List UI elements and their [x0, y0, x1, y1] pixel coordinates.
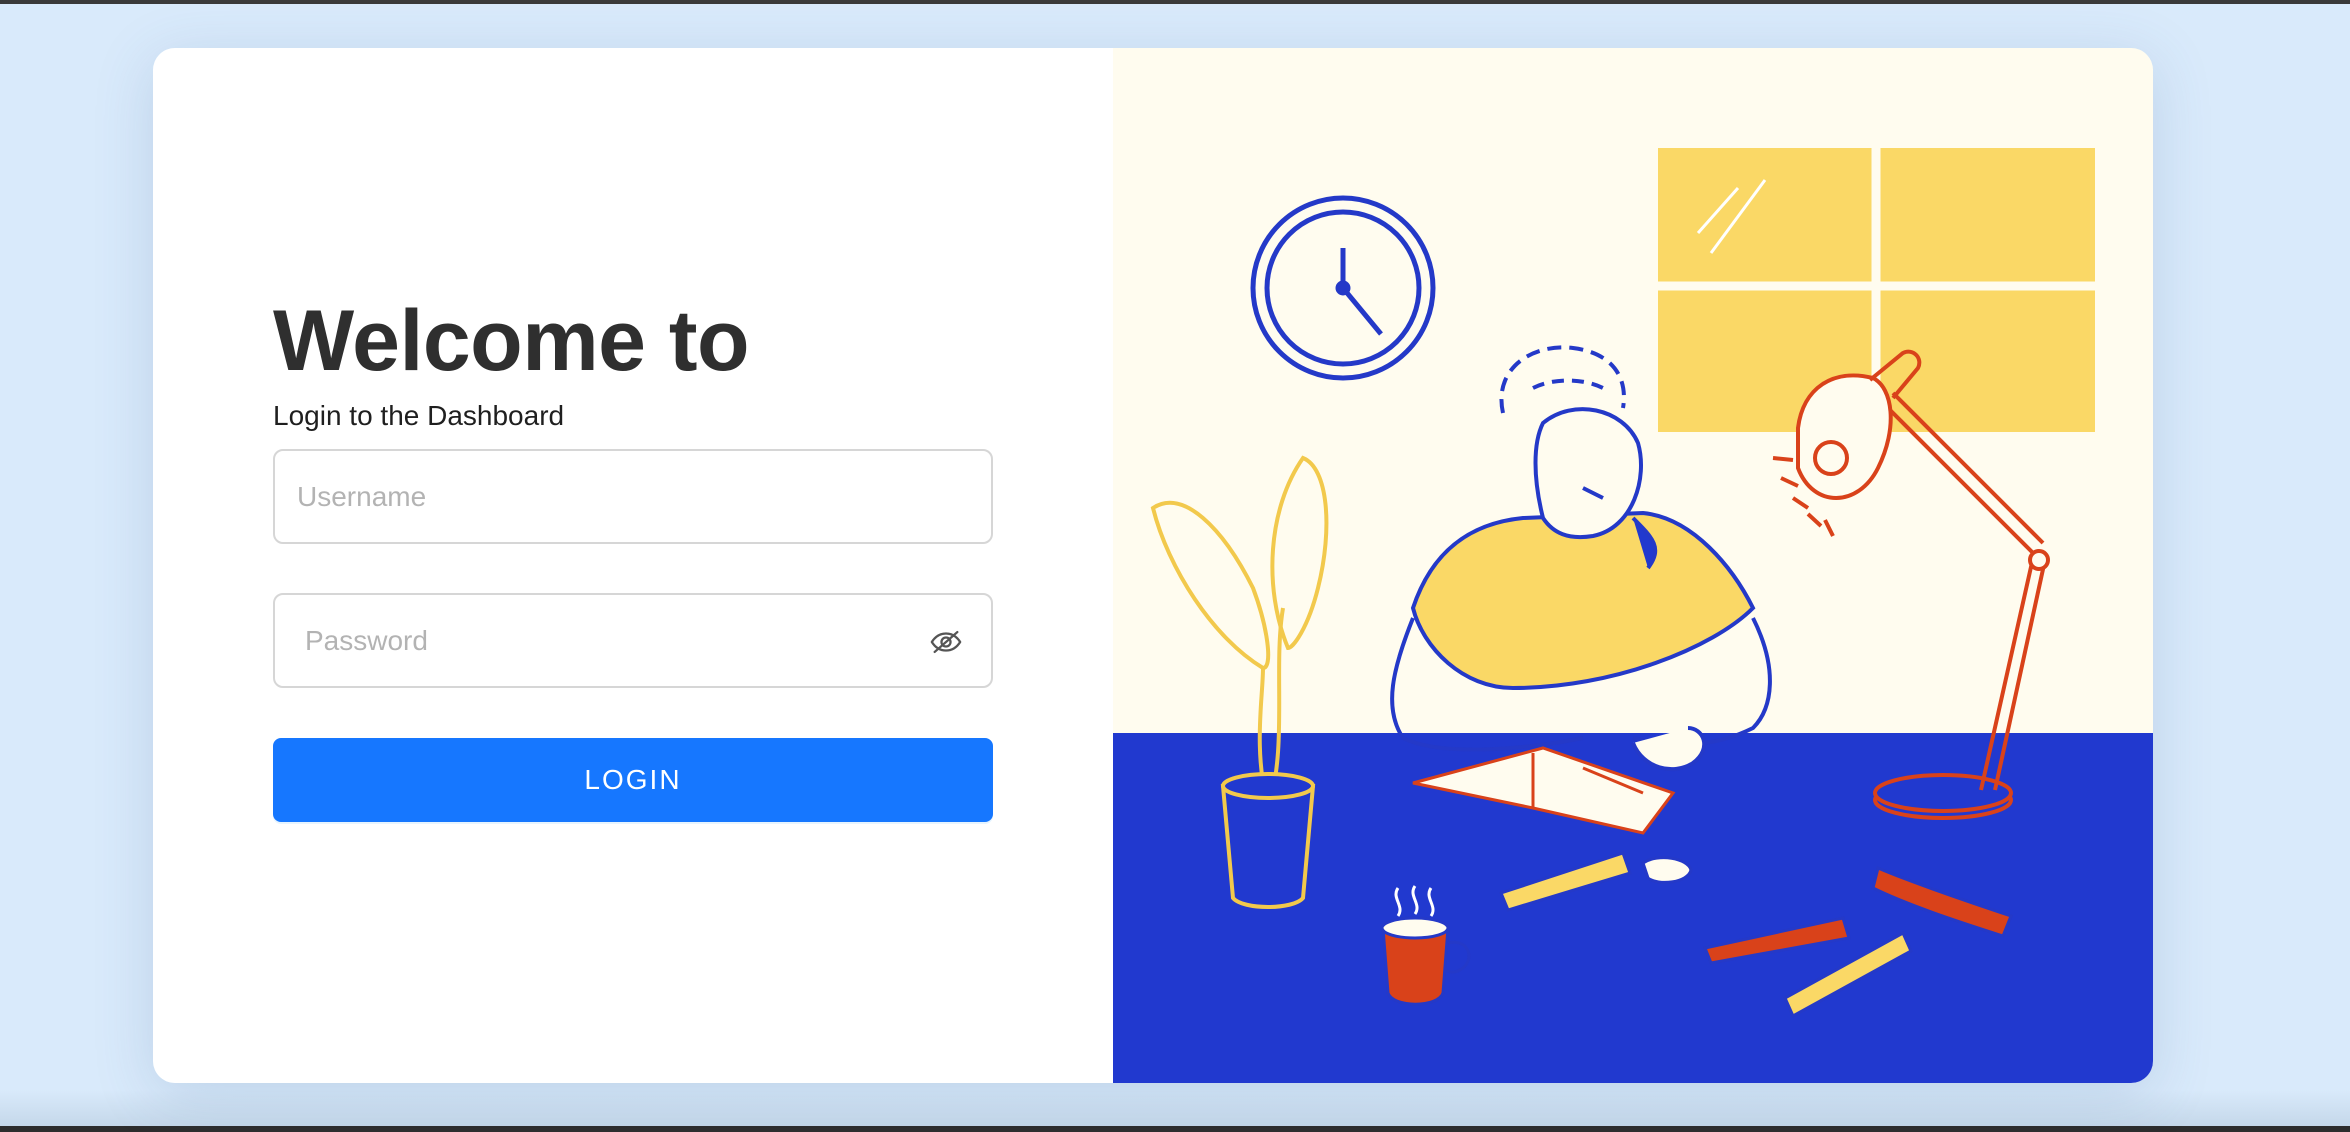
- window-bottom-edge: [0, 1126, 2350, 1132]
- login-card: Welcome to Login to the Dashboard LOGIN: [153, 48, 2153, 1083]
- page-subtitle: Login to the Dashboard: [273, 400, 565, 431]
- password-field-wrapper: [273, 593, 993, 688]
- eye-off-icon[interactable]: [929, 625, 963, 659]
- username-input[interactable]: [275, 451, 875, 542]
- login-button[interactable]: LOGIN: [273, 738, 993, 822]
- notebook-illustration: [1412, 746, 1676, 835]
- clock-illustration: [1250, 195, 1436, 381]
- page-title: Welcome to: [273, 293, 750, 389]
- page-bottom-shade: [0, 1090, 2350, 1126]
- study-illustration: [1150, 148, 2095, 1019]
- plant-illustration: [1150, 455, 1329, 909]
- pens-illustration: [1498, 851, 2013, 1019]
- cup-illustration: [1380, 885, 1471, 1006]
- window-top-edge: [0, 0, 2350, 4]
- password-input[interactable]: [275, 595, 875, 686]
- illustration-panel: [1113, 48, 2153, 1083]
- login-form-panel: Welcome to Login to the Dashboard LOGIN: [153, 48, 1113, 1083]
- username-field-wrapper: [273, 449, 993, 544]
